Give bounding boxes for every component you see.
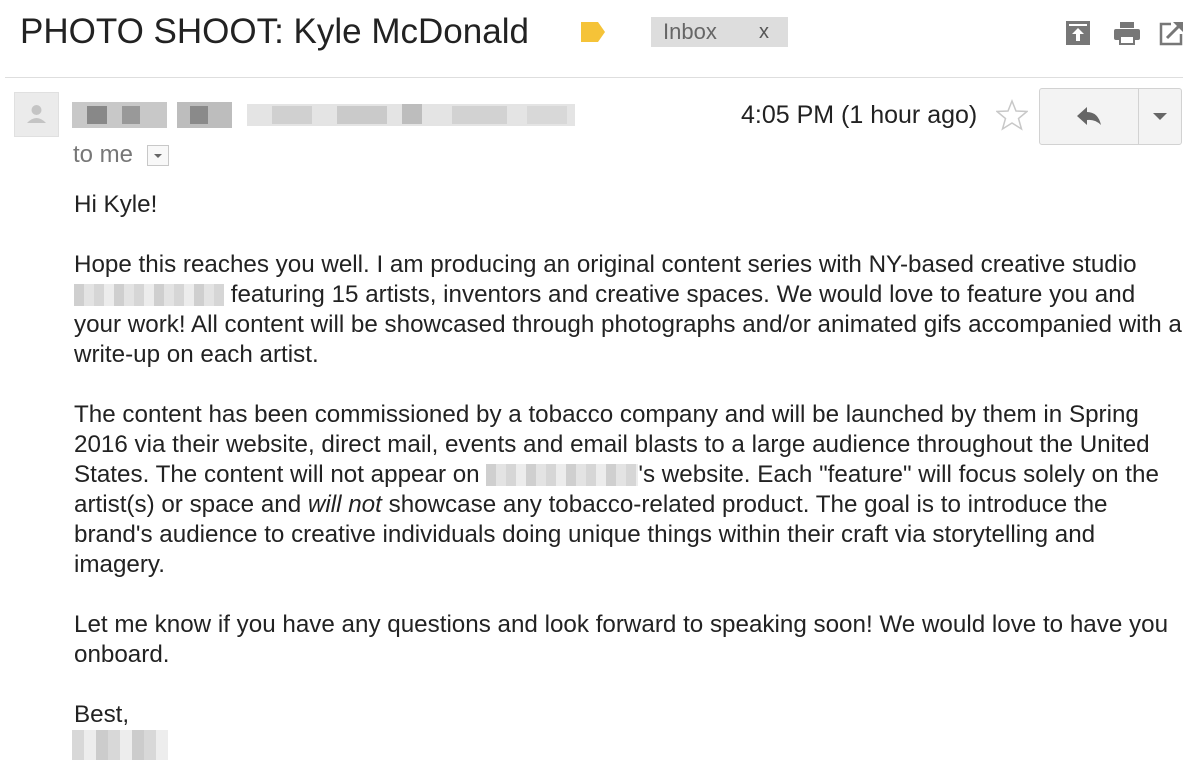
star-icon[interactable] (996, 99, 1028, 131)
archive-icon[interactable] (1065, 20, 1091, 46)
redacted-studio-name (74, 284, 224, 306)
recipient-text: to me (73, 141, 134, 168)
sender-avatar[interactable] (14, 92, 59, 137)
reply-button[interactable] (1040, 89, 1138, 144)
paragraph-2: The content has been commissioned by a t… (74, 400, 1184, 580)
label-tag-icon[interactable] (579, 20, 607, 44)
remove-label-button[interactable]: x (759, 17, 769, 47)
default-avatar-icon (27, 105, 46, 123)
email-timestamp: 4:05 PM (1 hour ago) (741, 101, 978, 129)
signature-redacted (72, 730, 168, 760)
email-subject: PHOTO SHOOT: Kyle McDonald (20, 12, 529, 51)
print-icon[interactable] (1113, 20, 1141, 46)
paragraph-1-part-a: Hope this reaches you well. I am produci… (74, 251, 1137, 278)
paragraph-2-emphasis: will not (307, 491, 382, 518)
pixelated-sender-block (72, 102, 575, 128)
inbox-label-chip[interactable]: Inbox x (651, 17, 788, 47)
greeting: Hi Kyle! (74, 191, 158, 218)
closing: Best, (74, 701, 130, 728)
email-body: Hi Kyle! Hope this reaches you well. I a… (74, 190, 1184, 730)
paragraph-3: Let me know if you have any questions an… (74, 611, 1169, 668)
open-in-new-window-icon[interactable] (1159, 20, 1185, 46)
redacted-studio-name-2 (486, 464, 639, 486)
inbox-label-text: Inbox (663, 19, 717, 44)
show-details-button[interactable] (147, 145, 169, 166)
reply-button-group (1039, 88, 1182, 145)
chevron-down-icon (154, 154, 162, 158)
reply-arrow-icon (1077, 107, 1101, 125)
more-actions-button[interactable] (1139, 89, 1181, 144)
dropdown-arrow-icon (1153, 113, 1167, 120)
paragraph-1-part-b: featuring 15 artists, inventors and crea… (74, 281, 1182, 368)
paragraph-1: Hope this reaches you well. I am produci… (74, 250, 1184, 370)
subject-row: PHOTO SHOOT: Kyle McDonald Inbox x (20, 10, 1185, 54)
header-divider (5, 77, 1183, 78)
sender-name-redacted (72, 100, 575, 130)
